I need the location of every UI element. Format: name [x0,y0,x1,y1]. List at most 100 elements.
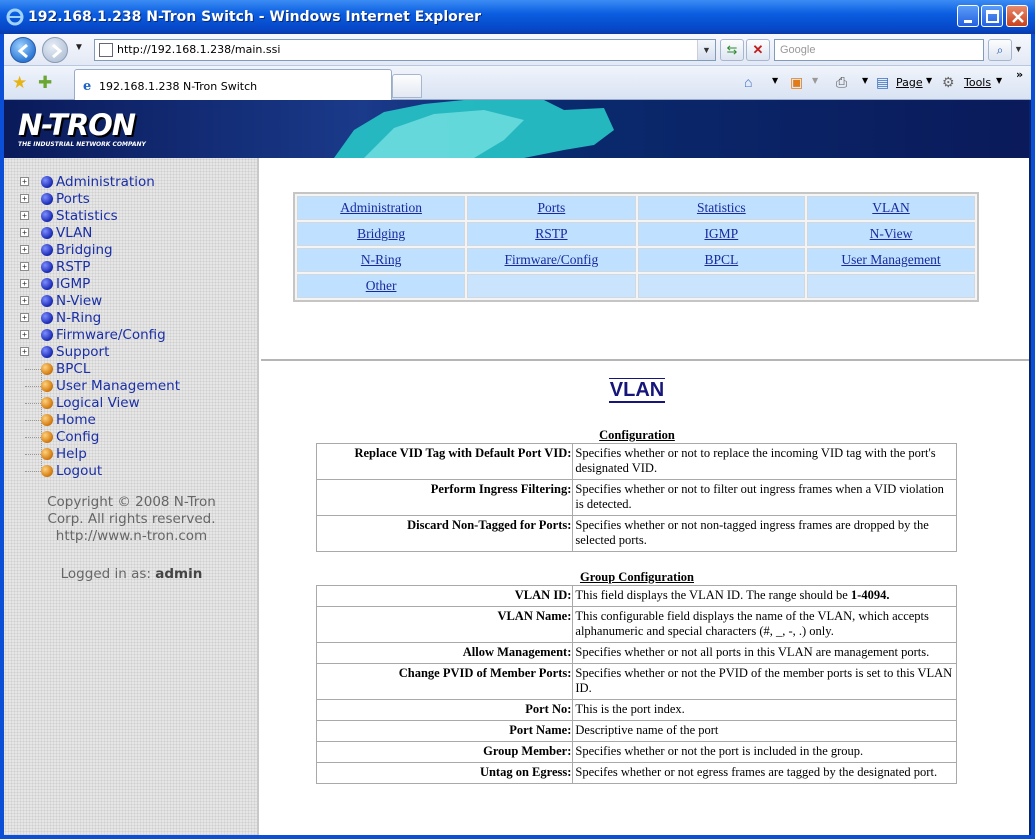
expand-icon[interactable]: + [20,313,29,322]
tools-dropdown-icon[interactable]: ▼ [996,76,1002,85]
expand-icon[interactable]: + [20,347,29,356]
close-button[interactable] [1006,5,1028,27]
gear-icon: ⚙ [942,74,955,90]
copyright-line: Corp. All rights reserved. [47,511,216,527]
page-dropdown-icon[interactable]: ▼ [926,76,932,85]
chevron-right-icon[interactable]: » [1016,68,1023,81]
menu-link-firmware-config[interactable]: Firmware/Config [505,252,599,267]
logged-in-status: Logged in as: admin [4,566,259,582]
expand-icon[interactable]: + [20,194,29,203]
copyright-line: Copyright © 2008 N-Tron [47,494,216,510]
table-row: VLAN ID: This field displays the VLAN ID.… [315,585,957,607]
field-name: Port Name: [315,720,574,742]
tab-current[interactable]: e 192.168.1.238 N-Tron Switch [74,69,392,100]
expand-icon[interactable]: + [20,262,29,271]
home-icon[interactable]: ⌂ [744,74,752,90]
maximize-icon [986,10,999,23]
favorites-star-icon[interactable]: ★ [12,73,27,93]
field-description: This configurable field displays the nam… [572,606,957,643]
table-row: Port No: This is the port index. [315,699,957,721]
tools-menu[interactable]: Tools [964,76,991,89]
back-button[interactable] [10,37,36,63]
feeds-icon[interactable]: ▣ [790,74,803,91]
table-row: Change PVID of Member Ports: Specifies wh… [315,663,957,700]
help-document: VLAN Configuration Replace VID Tag with … [261,363,1029,835]
table-row: Untag on Egress: Specifes whether or not … [315,762,957,784]
expand-icon[interactable]: + [20,211,29,220]
menu-link-n-ring[interactable]: N-Ring [361,252,402,267]
search-button[interactable]: ⌕ [988,39,1012,61]
menu-link-vlan[interactable]: VLAN [872,200,910,215]
expand-icon[interactable]: + [20,296,29,305]
expand-icon[interactable]: + [20,279,29,288]
menu-cell: Administration [297,196,466,220]
orange-bullet-icon [41,380,53,392]
expand-icon[interactable]: + [20,177,29,186]
top-menu-area: Administration Ports Statistics VLAN Bridgin… [261,158,1029,361]
menu-cell: N-View [807,222,975,246]
close-icon [1012,11,1024,23]
header-banner: N-TRON THE INDUSTRIAL NETWORK COMPANY [4,100,1029,158]
arrow-left-icon [17,43,28,59]
menu-row: N-Ring Firmware/Config BPCL User Management [297,248,975,272]
sidebar-item-label: Config [56,429,100,445]
orange-bullet-icon [41,465,53,477]
menu-link-bridging[interactable]: Bridging [357,226,405,241]
feeds-dropdown-icon[interactable]: ▼ [812,76,818,85]
home-dropdown-icon[interactable]: ▼ [772,76,778,85]
address-dropdown-icon[interactable]: ▼ [697,40,715,60]
refresh-button[interactable]: ⇆ [720,39,744,61]
table-row: VLAN Name: This configurable field displa… [315,606,957,643]
sidebar: + Administration + Ports + Statistics + VLAN + Br… [4,158,259,835]
expand-icon[interactable]: + [20,245,29,254]
menu-cell-empty [637,274,806,298]
table-row: Allow Management: Specifies whether or no… [315,642,957,664]
stop-button[interactable]: ✕ [746,39,770,61]
menu-cell: RSTP [467,222,636,246]
sidebar-item-label: BPCL [56,361,91,377]
expand-icon[interactable]: + [20,330,29,339]
menu-link-other[interactable]: Other [366,278,397,293]
page-icon [99,43,113,57]
maximize-button[interactable] [981,5,1003,27]
minimize-button[interactable] [957,5,979,27]
description-text: Specifies whether or not the port is inc… [575,744,864,758]
menu-link-ports[interactable]: Ports [538,200,566,215]
description-text: Specifies whether or not all ports in th… [575,645,930,659]
menu-link-administration[interactable]: Administration [340,200,422,215]
page-viewport: N-TRON THE INDUSTRIAL NETWORK COMPANY + A… [4,100,1029,835]
tree-connector [25,437,41,438]
menu-link-user-management[interactable]: User Management [841,252,940,267]
refresh-icon: ⇆ [726,42,738,57]
menu-row: Other [297,274,975,298]
expand-icon[interactable]: + [20,228,29,237]
add-favorite-icon[interactable]: ✚ [38,73,52,93]
print-dropdown-icon[interactable]: ▼ [862,76,868,85]
print-icon[interactable]: ⎙ [836,74,847,91]
blue-bullet-icon [41,244,53,256]
blue-bullet-icon [41,278,53,290]
forward-button[interactable] [42,37,68,63]
menu-link-igmp[interactable]: IGMP [704,226,738,241]
field-name: Allow Management: [315,642,574,664]
field-description: Specifies whether or not the port is inc… [572,741,957,763]
field-name: Untag on Egress: [315,762,574,784]
menu-link-statistics[interactable]: Statistics [697,200,746,215]
address-input[interactable]: http://192.168.1.238/main.ssi ▼ [94,39,716,61]
history-dropdown-icon[interactable]: ▼ [74,42,84,53]
window-title: 192.168.1.238 N-Tron Switch - Windows In… [28,9,482,25]
company-url: http://www.n-tron.com [55,528,208,544]
search-options-icon[interactable]: ▼ [1014,44,1023,54]
sidebar-item-label: Ports [56,191,90,207]
sidebar-item-label: Home [56,412,96,428]
new-tab-button[interactable] [392,74,422,98]
search-input[interactable]: Google [774,39,984,61]
tree-connector [25,471,41,472]
page-menu[interactable]: Page [896,76,923,89]
field-description: Specifies whether or not to filter out i… [572,479,957,516]
menu-link-rstp[interactable]: RSTP [535,226,567,241]
menu-link-bpcl[interactable]: BPCL [704,252,738,267]
ie-page-icon: e [83,79,92,94]
page-title: VLAN [608,378,666,403]
menu-link-n-view[interactable]: N-View [870,226,913,241]
